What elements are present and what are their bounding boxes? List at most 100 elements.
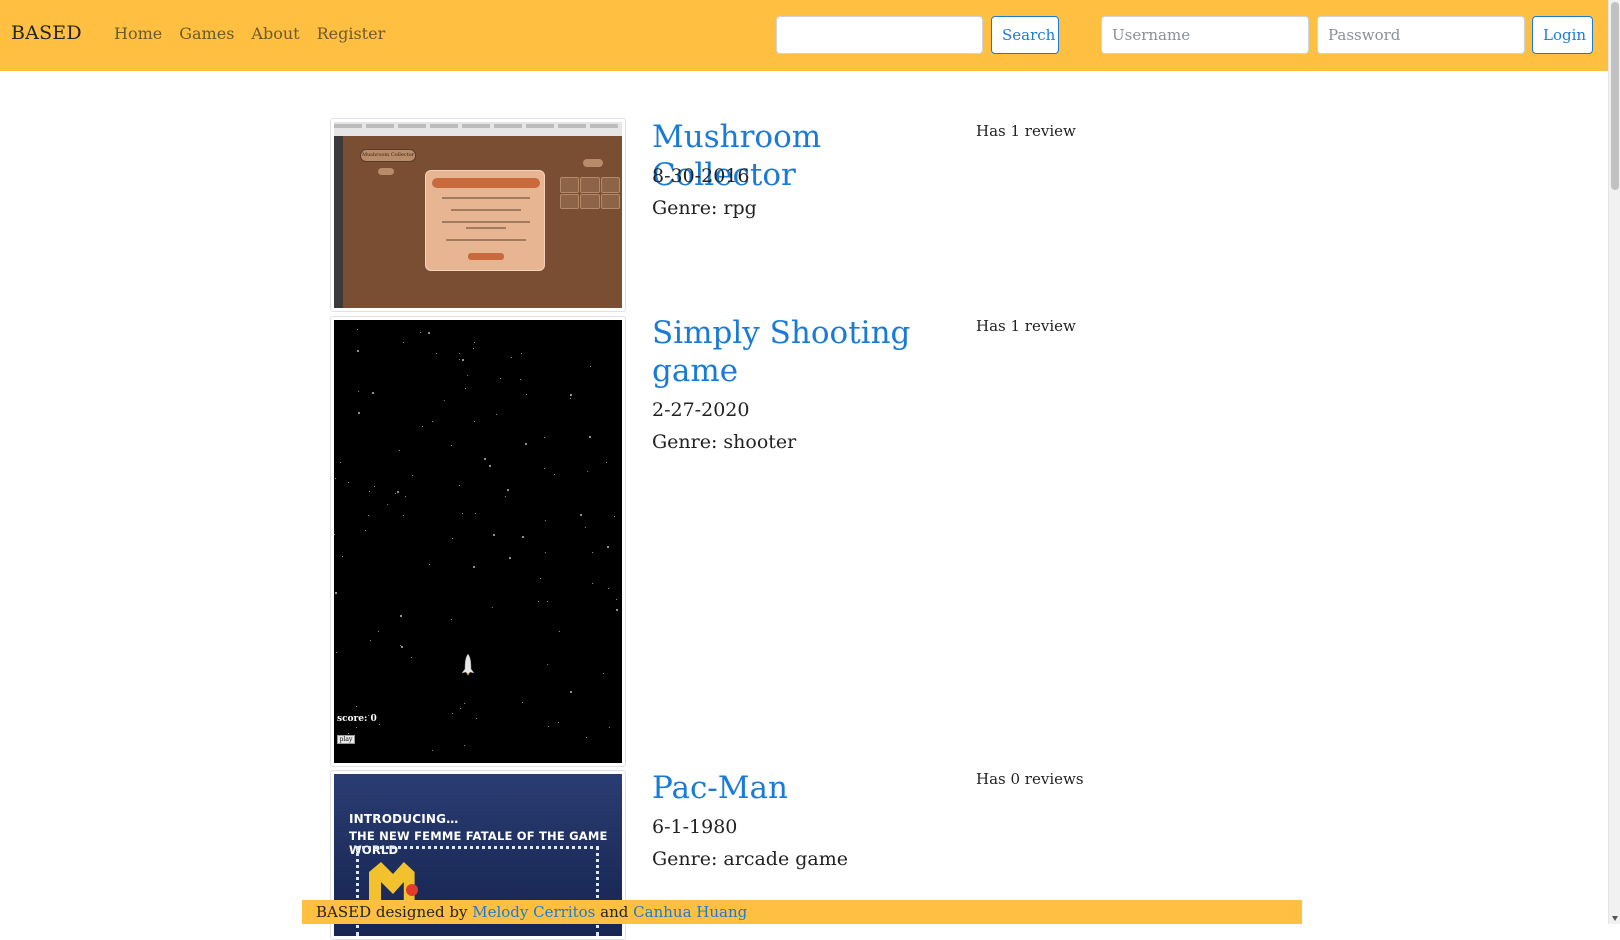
star-decoration <box>521 353 522 354</box>
star-decoration <box>336 652 337 653</box>
star-decoration <box>340 462 341 463</box>
star-decoration <box>559 631 560 632</box>
star-decoration <box>570 394 572 396</box>
star-decoration <box>335 478 336 479</box>
star-decoration <box>357 350 359 352</box>
star-decoration <box>609 727 610 728</box>
star-decoration <box>397 491 399 493</box>
star-decoration <box>607 546 609 548</box>
star-decoration <box>348 733 349 734</box>
star-decoration <box>335 592 337 594</box>
scroll-down-arrow-icon[interactable] <box>1612 916 1618 921</box>
star-decoration <box>496 414 497 415</box>
star-decoration <box>540 578 541 579</box>
star-decoration <box>467 375 468 376</box>
nav-links: Home Games About Register <box>114 24 402 43</box>
star-decoration <box>462 359 464 361</box>
star-decoration <box>570 398 571 399</box>
star-decoration <box>379 724 380 725</box>
footer-and: and <box>600 903 629 921</box>
star-decoration <box>465 388 466 389</box>
star-decoration <box>405 496 406 497</box>
star-decoration <box>592 552 593 553</box>
star-decoration <box>432 750 433 751</box>
star-decoration <box>548 726 549 727</box>
star-decoration <box>432 421 433 422</box>
star-decoration <box>403 342 404 343</box>
star-decoration <box>580 514 582 516</box>
username-field[interactable] <box>1101 16 1309 54</box>
nav-link-home[interactable]: Home <box>114 24 162 43</box>
brand-logo[interactable]: BASED <box>11 22 82 44</box>
star-decoration <box>356 727 357 728</box>
star-decoration <box>356 706 357 707</box>
game-date: 8-30-2016 <box>652 165 750 187</box>
scrollbar-thumb[interactable] <box>1611 2 1619 190</box>
star-decoration <box>616 599 617 600</box>
star-decoration <box>436 353 437 354</box>
star-decoration <box>348 482 349 483</box>
star-decoration <box>505 496 506 497</box>
game-genre: Genre: rpg <box>652 197 757 219</box>
nav-link-about[interactable]: About <box>251 24 299 43</box>
star-decoration <box>358 412 360 414</box>
footer-author-link-2[interactable]: Canhua Huang <box>633 903 747 921</box>
star-decoration <box>545 552 546 553</box>
star-decoration <box>429 564 430 565</box>
star-decoration <box>590 366 591 367</box>
star-decoration <box>365 530 366 531</box>
star-decoration <box>511 357 512 358</box>
page-scrollbar[interactable] <box>1608 0 1620 924</box>
game-genre: Genre: shooter <box>652 431 797 453</box>
star-decoration <box>608 588 609 589</box>
nav-link-games[interactable]: Games <box>179 24 234 43</box>
star-decoration <box>460 708 461 709</box>
game-title-link[interactable]: Pac-Man <box>652 769 952 807</box>
star-decoration <box>464 703 465 704</box>
search-button[interactable]: Search <box>991 16 1059 54</box>
star-decoration <box>547 664 548 665</box>
star-decoration <box>420 332 421 333</box>
star-decoration <box>428 332 430 334</box>
star-decoration <box>378 631 379 632</box>
star-decoration <box>585 527 586 528</box>
star-decoration <box>509 557 511 559</box>
game-thumbnail[interactable]: Mushroom Collector <box>330 118 626 312</box>
star-decoration <box>342 556 343 557</box>
star-decoration <box>462 513 463 514</box>
spaceship-icon <box>461 654 475 676</box>
star-decoration <box>370 640 371 641</box>
star-decoration <box>459 353 460 354</box>
review-count: Has 1 review <box>976 122 1076 140</box>
star-decoration <box>616 609 618 611</box>
star-decoration <box>484 458 486 460</box>
star-decoration <box>358 391 359 392</box>
star-decoration <box>459 485 460 486</box>
star-decoration <box>451 445 452 446</box>
score-label: score: 0 <box>337 714 377 724</box>
star-decoration <box>492 607 493 608</box>
login-button[interactable]: Login <box>1532 16 1593 54</box>
star-decoration <box>401 646 403 648</box>
star-decoration <box>451 619 452 620</box>
star-decoration <box>395 493 396 494</box>
star-decoration <box>544 468 545 469</box>
star-decoration <box>475 513 476 514</box>
nav-link-register[interactable]: Register <box>317 24 386 43</box>
star-decoration <box>473 348 474 349</box>
star-decoration <box>369 491 370 492</box>
game-thumbnail[interactable]: score: 0 play <box>330 316 626 767</box>
footer-author-link-1[interactable]: Melody Cerritos <box>472 903 595 921</box>
star-decoration <box>459 359 460 360</box>
star-decoration <box>357 329 358 330</box>
star-decoration <box>606 462 607 463</box>
star-decoration <box>544 437 545 438</box>
game-title-link[interactable]: Simply Shooting game <box>652 314 952 390</box>
footer: BASED designed by Melody Cerritos and Ca… <box>302 900 1302 924</box>
star-decoration <box>545 520 546 521</box>
search-input[interactable] <box>776 16 983 54</box>
star-decoration <box>586 737 587 738</box>
password-field[interactable] <box>1317 16 1525 54</box>
play-button: play <box>337 735 355 744</box>
star-decoration <box>411 657 412 658</box>
